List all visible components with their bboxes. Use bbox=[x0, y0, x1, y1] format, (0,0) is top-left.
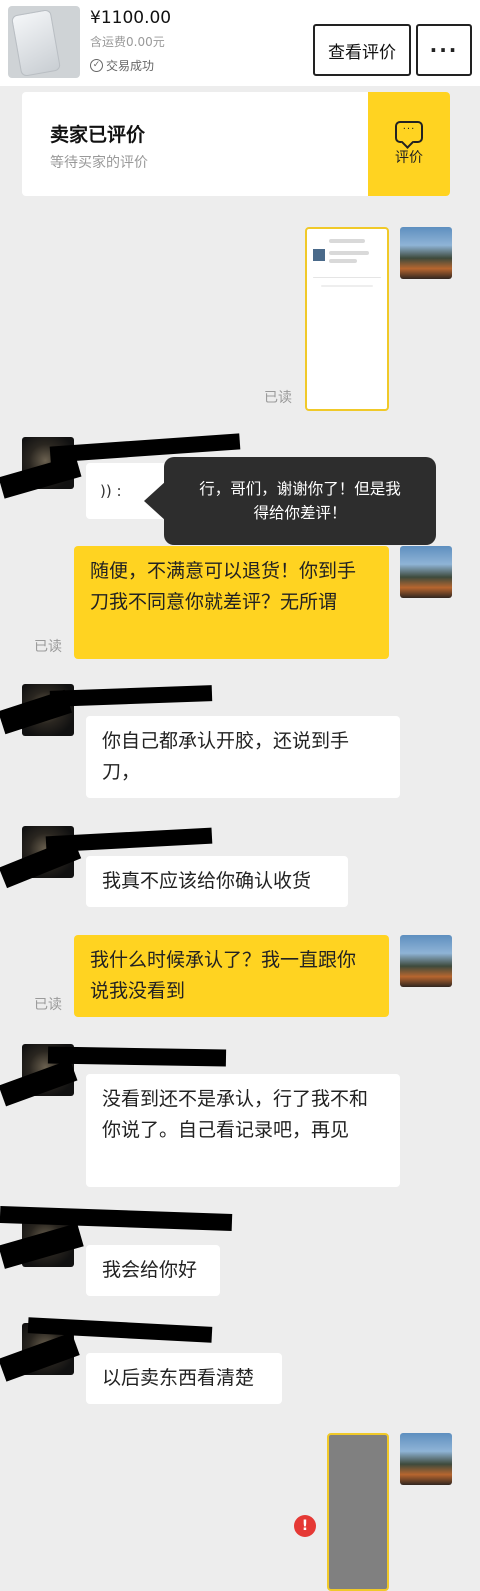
check-circle-icon: ✓ bbox=[90, 59, 103, 72]
read-receipt: 已读 bbox=[264, 390, 292, 406]
voice-wave-icon: )) : bbox=[100, 482, 122, 500]
message-bubble-other[interactable]: 你自己都承认开胶，还说到手刀， bbox=[86, 716, 400, 798]
my-avatar[interactable] bbox=[400, 227, 452, 279]
order-header: ¥1100.00 含运费0.00元 ✓ 交易成功 查看评价 ··· bbox=[0, 0, 480, 86]
review-card-title: 卖家已评价 bbox=[50, 124, 146, 146]
seller-review-card: 卖家已评价 等待买家的评价 ··· 评价 bbox=[22, 92, 450, 196]
message-bubble-mine[interactable]: 我什么时候承认了？我一直跟你说我没看到 bbox=[74, 935, 389, 1017]
overlay-caption-text: 行，哥们，谢谢你了！但是我得给你差评！ bbox=[199, 480, 401, 522]
order-status: ✓ 交易成功 bbox=[90, 57, 154, 74]
message-bubble-other[interactable]: 没看到还不是承认，行了我不和你说了。自己看记录吧，再见 bbox=[86, 1074, 400, 1187]
more-options-button[interactable]: ··· bbox=[416, 24, 472, 76]
message-bubble-other[interactable]: 我会给你好 bbox=[86, 1245, 220, 1296]
my-avatar[interactable] bbox=[400, 546, 452, 598]
write-review-button[interactable]: ··· 评价 bbox=[368, 92, 450, 196]
message-bubble-other[interactable]: 我真不应该给你确认收货 bbox=[86, 856, 348, 907]
read-receipt: 已读 bbox=[34, 639, 62, 655]
message-bubble-other[interactable]: 以后卖东西看清楚 bbox=[86, 1353, 282, 1404]
send-failed-icon[interactable]: ! bbox=[294, 1515, 316, 1537]
read-receipt: 已读 bbox=[34, 997, 62, 1013]
message-bubble-mine[interactable]: 随便，不满意可以退货！你到手刀我不同意你就差评？无所谓 bbox=[74, 546, 389, 659]
my-avatar[interactable] bbox=[400, 935, 452, 987]
redaction-mark bbox=[47, 1046, 227, 1067]
overlay-caption: 行，哥们，谢谢你了！但是我得给你差评！ bbox=[144, 457, 436, 545]
message-image-grey[interactable] bbox=[327, 1433, 389, 1591]
message-image-screenshot[interactable] bbox=[305, 227, 389, 411]
redaction-mark bbox=[49, 685, 213, 707]
product-thumbnail[interactable] bbox=[8, 6, 80, 78]
order-status-text: 交易成功 bbox=[106, 59, 155, 73]
order-price: ¥1100.00 bbox=[90, 8, 172, 28]
chat-bubble-icon: ··· bbox=[395, 121, 423, 143]
shipping-fee: 含运费0.00元 bbox=[90, 35, 165, 49]
my-avatar[interactable] bbox=[400, 1433, 452, 1485]
write-review-label: 评价 bbox=[395, 150, 423, 166]
view-review-button[interactable]: 查看评价 bbox=[313, 24, 411, 76]
review-card-subtitle: 等待买家的评价 bbox=[50, 155, 148, 171]
